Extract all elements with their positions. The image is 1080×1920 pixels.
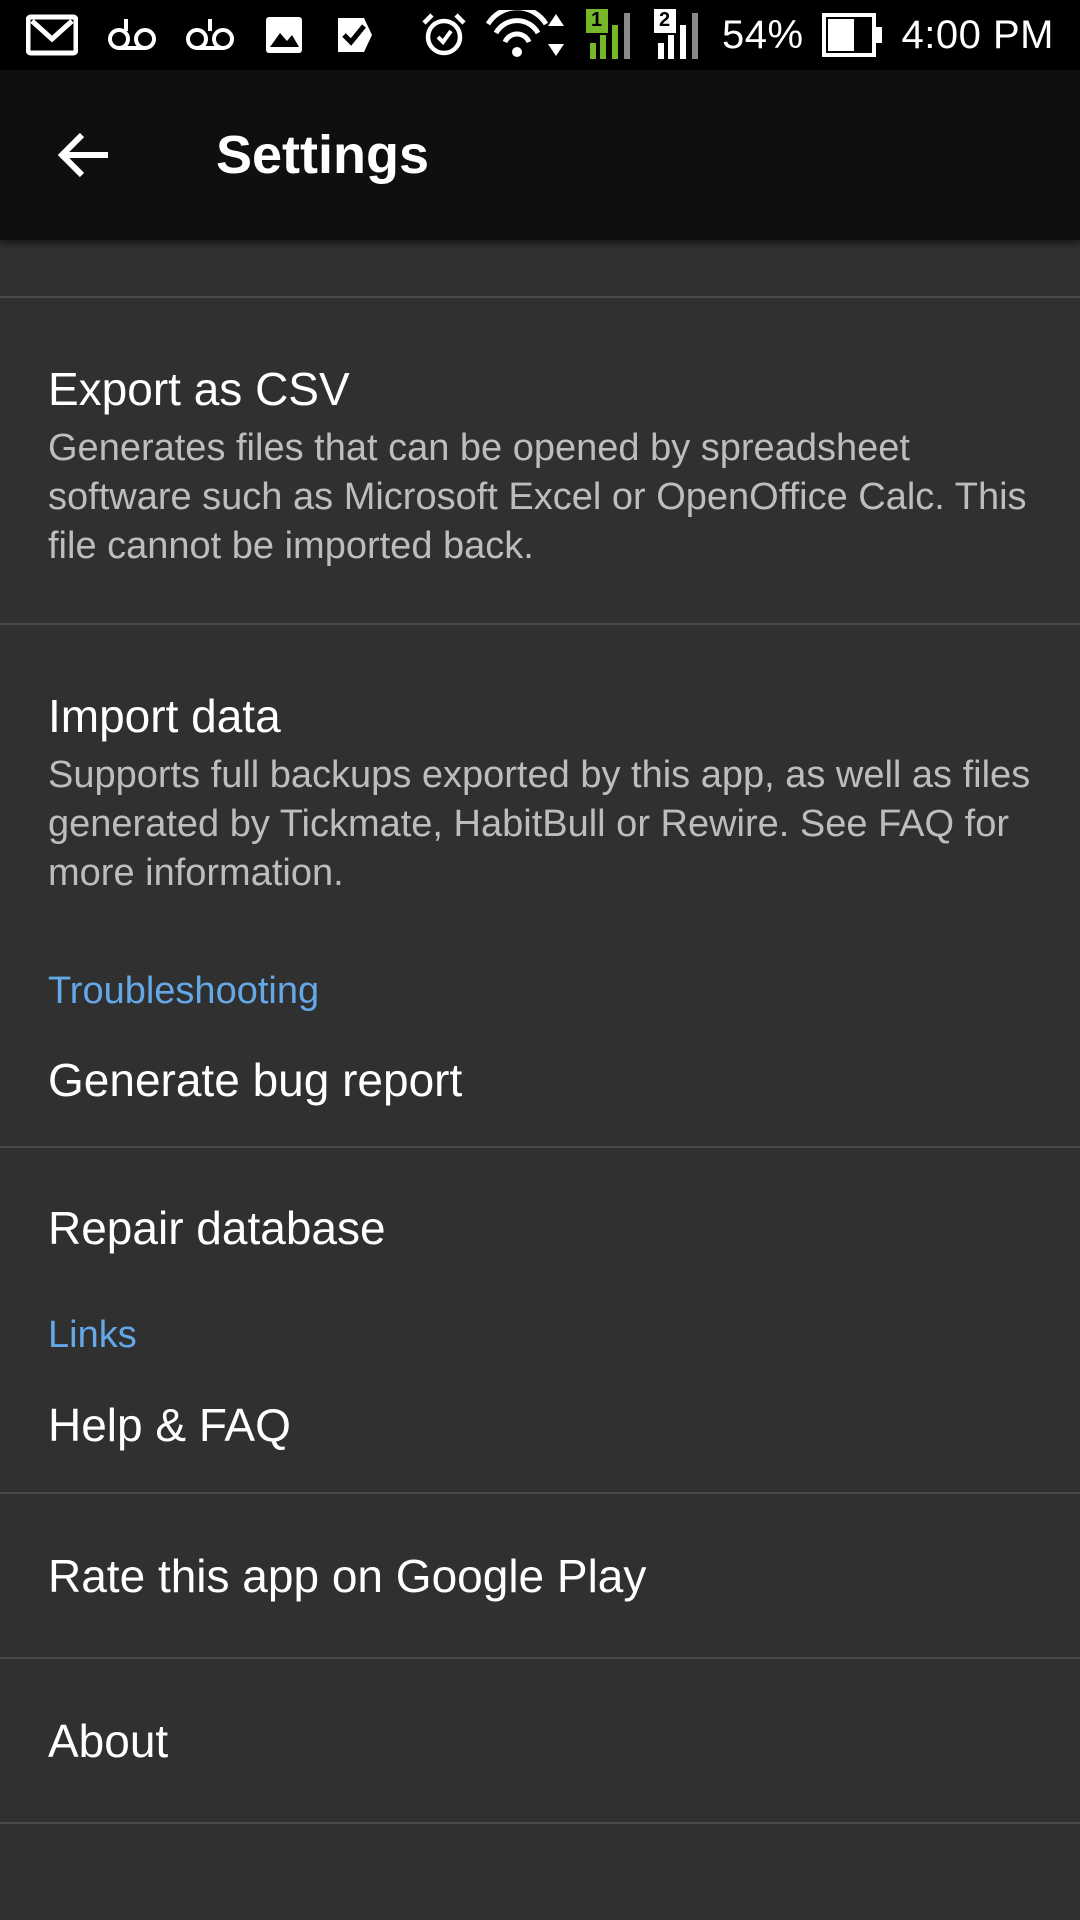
rate-app-item[interactable]: Rate this app on Google Play bbox=[0, 1494, 1080, 1657]
help-faq-item[interactable]: Help & FAQ bbox=[0, 1358, 1080, 1492]
settings-list: Export as CSV Generates files that can b… bbox=[0, 240, 1080, 1824]
about-item[interactable]: About bbox=[0, 1659, 1080, 1822]
voicemail-icon bbox=[108, 17, 156, 53]
battery-percentage: 54% bbox=[721, 12, 804, 57]
clock: 4:00 PM bbox=[901, 12, 1054, 57]
rate-app-title: Rate this app on Google Play bbox=[48, 1549, 647, 1602]
divider bbox=[0, 1822, 1080, 1824]
signal-sim2-icon: 2 bbox=[653, 9, 704, 61]
status-bar: 1 2 54% 4:00 PM bbox=[0, 0, 1080, 70]
export-csv-title: Export as CSV bbox=[48, 363, 350, 415]
import-data-title: Import data bbox=[48, 690, 281, 742]
signal-sim1-icon: 1 bbox=[585, 9, 636, 61]
tasks-check-icon bbox=[334, 14, 376, 56]
generate-bug-report-title: Generate bug report bbox=[48, 1054, 463, 1106]
back-button[interactable] bbox=[24, 95, 144, 215]
export-csv-item[interactable]: Export as CSV Generates files that can b… bbox=[0, 298, 1080, 623]
voicemail-icon bbox=[186, 17, 234, 53]
troubleshooting-header: Troubleshooting bbox=[48, 970, 320, 1012]
about-title: About bbox=[48, 1714, 169, 1767]
system-status-icons: 1 2 54% 4:00 PM bbox=[420, 9, 1080, 61]
import-data-item[interactable]: Import data Supports full backups export… bbox=[0, 625, 1080, 968]
gmail-icon bbox=[26, 13, 78, 57]
image-icon bbox=[264, 15, 304, 55]
generate-bug-report-item[interactable]: Generate bug report bbox=[0, 1014, 1080, 1146]
help-faq-title: Help & FAQ bbox=[48, 1399, 291, 1451]
links-header: Links bbox=[48, 1314, 137, 1356]
repair-database-item[interactable]: Repair database bbox=[0, 1148, 1080, 1308]
sim1-label: 1 bbox=[590, 9, 603, 31]
arrow-back-icon bbox=[56, 131, 112, 179]
sim2-label: 2 bbox=[658, 9, 671, 31]
page-title: Settings bbox=[216, 125, 430, 185]
repair-database-title: Repair database bbox=[48, 1202, 386, 1254]
wifi-icon bbox=[485, 10, 568, 60]
app-bar: Settings bbox=[0, 70, 1080, 240]
battery-icon bbox=[821, 13, 884, 57]
partially-hidden-item[interactable] bbox=[0, 240, 1080, 296]
export-csv-summary: Generates files that can be opened by sp… bbox=[48, 427, 1027, 567]
import-data-summary: Supports full backups exported by this a… bbox=[48, 754, 1031, 894]
notification-icons bbox=[0, 13, 376, 57]
alarm-icon bbox=[420, 11, 468, 59]
